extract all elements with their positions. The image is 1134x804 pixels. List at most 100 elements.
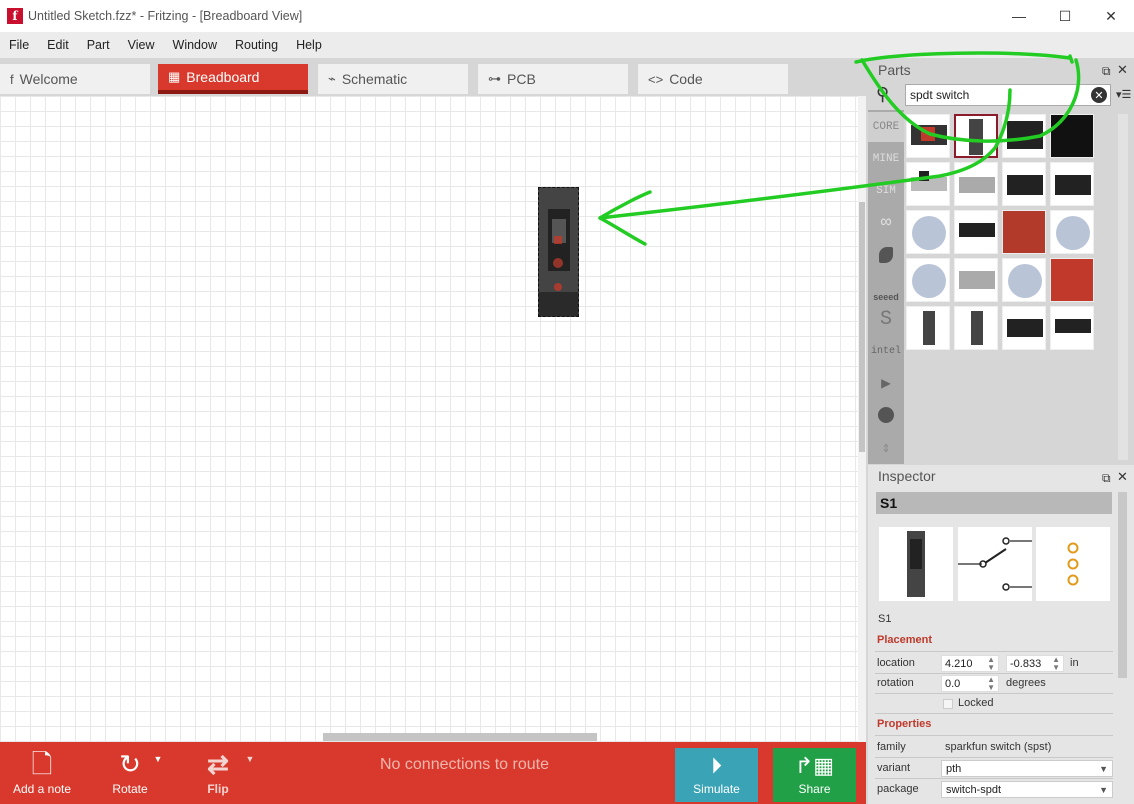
rotate-dropdown-icon[interactable]: ▼ [152, 752, 164, 766]
menu-bar: File Edit Part View Window Routing Help [0, 32, 1134, 58]
tab-breadboard[interactable]: ▦ Breadboard [158, 64, 308, 94]
part-result[interactable] [1050, 114, 1094, 158]
placement-heading: Placement [877, 634, 933, 646]
minimize-icon[interactable]: — [996, 0, 1042, 32]
inspector-part-title[interactable]: S1 [876, 492, 1112, 514]
spin-arrows-icon[interactable]: ▲ ▼ [1052, 656, 1060, 672]
close-panel-icon[interactable]: ✕ [1117, 469, 1128, 485]
menu-routing[interactable]: Routing [226, 38, 287, 52]
location-y-spinbox[interactable]: -0.833 ▲ ▼ [1006, 655, 1064, 672]
tab-code[interactable]: <> Code [638, 64, 788, 94]
rotate-button[interactable]: ↻ Rotate [100, 742, 160, 804]
contrib-bin[interactable]: ▶ [868, 368, 904, 398]
tab-label: PCB [507, 71, 536, 87]
part-result[interactable] [906, 114, 950, 158]
intel-bin[interactable]: intel [868, 336, 904, 366]
share-button[interactable]: ↱▦ Share [773, 748, 856, 802]
breadboard-view-thumbnail [879, 527, 953, 601]
snootlab-bin[interactable]: S [868, 304, 904, 334]
part-result[interactable] [954, 162, 998, 206]
menu-help[interactable]: Help [287, 38, 331, 52]
location-x-spinbox[interactable]: 4.210 ▲ ▼ [941, 655, 999, 672]
divider [875, 778, 1113, 779]
switch-base [539, 292, 578, 316]
package-dropdown[interactable]: switch-spdt ▼ [941, 781, 1113, 798]
bottom-toolbar: 🗋 Add a note ↻ Rotate ▼ ⇄ Flip ▼ No conn… [0, 742, 866, 804]
breadboard-canvas[interactable]: fritzing [0, 96, 858, 742]
variant-value: pth [946, 762, 962, 775]
canvas-vertical-scrollbar[interactable] [858, 96, 866, 742]
parts-search-row: ⚲ ✕ ▾☰ [872, 82, 1134, 108]
rotation-value: 0.0 [945, 677, 961, 690]
pcb-view-thumbnail [1036, 527, 1110, 601]
tab-label: Code [669, 71, 703, 87]
seeed-bin[interactable]: seeed [868, 272, 904, 302]
variant-dropdown[interactable]: pth ▼ [941, 760, 1113, 777]
spin-arrows-icon[interactable]: ▲ ▼ [987, 676, 995, 692]
window-title: Untitled Sketch.fzz* - Fritzing - [Bread… [28, 9, 303, 23]
menu-edit[interactable]: Edit [38, 38, 78, 52]
temp-bin[interactable]: ⇕ [868, 432, 904, 462]
location-unit[interactable]: in [1070, 657, 1079, 669]
part-result[interactable] [954, 258, 998, 302]
part-result[interactable] [1002, 162, 1046, 206]
scroll-thumb[interactable] [859, 202, 865, 452]
part-result[interactable] [1050, 210, 1094, 254]
part-result[interactable] [1002, 114, 1046, 158]
part-result[interactable] [906, 258, 950, 302]
sim-bin[interactable]: SIM [868, 176, 904, 206]
parts-scrollbar[interactable] [1118, 114, 1128, 460]
part-result-selected[interactable] [954, 114, 998, 158]
close-panel-icon[interactable]: ✕ [1117, 62, 1128, 78]
undock-icon[interactable]: ⧉ [1102, 64, 1111, 79]
search-icon[interactable]: ⚲ [876, 84, 889, 105]
arduino-bin[interactable]: ∞ [868, 208, 904, 238]
flip-icon: ⇄ [207, 749, 229, 779]
flip-button[interactable]: ⇄ Flip [194, 742, 242, 804]
rotation-spinbox[interactable]: 0.0 ▲ ▼ [941, 675, 999, 692]
part-result[interactable] [906, 210, 950, 254]
tab-pcb[interactable]: ⊶ PCB [478, 64, 628, 94]
simulate-button[interactable]: ⏵ Simulate [675, 748, 758, 802]
tab-welcome[interactable]: f Welcome [0, 64, 150, 94]
menu-view[interactable]: View [119, 38, 164, 52]
part-result[interactable] [1002, 210, 1046, 254]
chevron-down-icon: ▼ [1099, 764, 1108, 774]
part-result[interactable] [1002, 258, 1046, 302]
search-menu-icon[interactable]: ▾☰ [1116, 88, 1131, 101]
part-result[interactable] [1050, 258, 1094, 302]
location-label: location [877, 657, 915, 669]
maximize-icon[interactable]: ☐ [1042, 0, 1088, 32]
menu-window[interactable]: Window [164, 38, 226, 52]
part-result[interactable] [954, 210, 998, 254]
divider [875, 693, 1113, 694]
parts-search-input[interactable] [905, 84, 1111, 106]
undock-icon[interactable]: ⧉ [1102, 471, 1111, 486]
add-note-button[interactable]: 🗋 Add a note [8, 742, 76, 804]
rotation-label: rotation [877, 677, 914, 689]
flip-dropdown-icon[interactable]: ▼ [244, 752, 256, 766]
part-result[interactable] [906, 306, 950, 350]
close-icon[interactable]: ✕ [1088, 0, 1134, 32]
parts-bin-tabs: CORE MINE SIM ∞ seeed S intel ▶ ⇕ [868, 110, 904, 464]
menu-part[interactable]: Part [78, 38, 119, 52]
part-result[interactable] [1050, 306, 1094, 350]
play-circle-icon: ⏵ [710, 753, 722, 778]
spin-arrows-icon[interactable]: ▲ ▼ [987, 656, 995, 672]
part-result[interactable] [1050, 162, 1094, 206]
part-result[interactable] [906, 162, 950, 206]
core-bin[interactable]: CORE [868, 112, 904, 142]
canvas-horizontal-scrollbar[interactable] [323, 733, 597, 741]
schematic-view-thumbnail [958, 527, 1032, 601]
analog-bin[interactable] [868, 400, 904, 430]
tab-schematic[interactable]: ⌁ Schematic [318, 64, 468, 94]
menu-file[interactable]: File [0, 38, 38, 52]
mine-bin[interactable]: MINE [868, 144, 904, 174]
locked-checkbox[interactable] [943, 699, 953, 709]
inspector-scrollbar[interactable] [1118, 492, 1127, 678]
spdt-switch-part[interactable] [538, 187, 579, 317]
clear-search-icon[interactable]: ✕ [1091, 87, 1107, 103]
part-result[interactable] [1002, 306, 1046, 350]
sparkfun-bin[interactable] [868, 240, 904, 270]
part-result[interactable] [954, 306, 998, 350]
